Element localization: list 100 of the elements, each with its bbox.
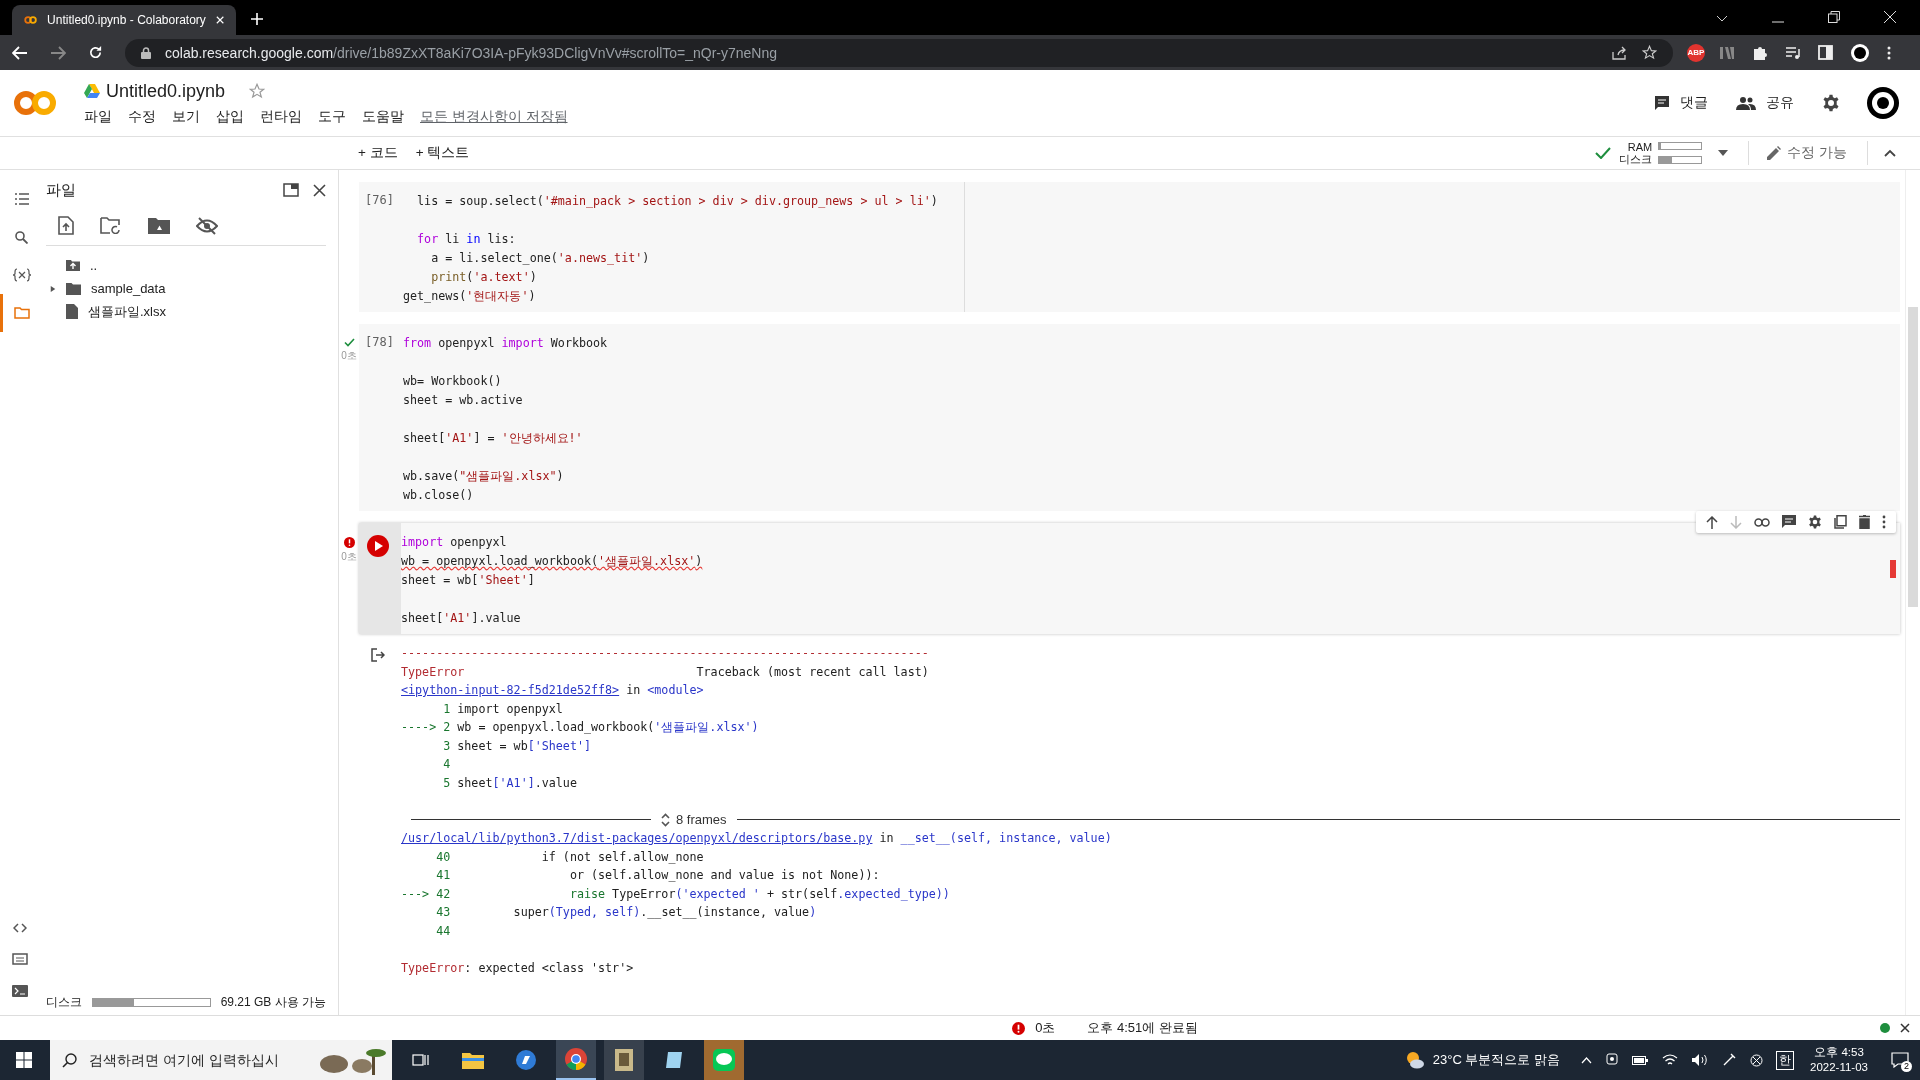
- share-button[interactable]: 공유: [1736, 94, 1794, 112]
- address-bar[interactable]: colab.research.google.com/drive/1b89ZxXT8aKi7O3IA-pFyk93DCligVnVv#scrollTo=_nQr-y7neNng: [125, 38, 1673, 67]
- code-icon[interactable]: [13, 923, 27, 933]
- input-method-indicator[interactable]: 한: [1776, 1050, 1794, 1070]
- window-icon[interactable]: [283, 183, 299, 197]
- mirror-cell-icon[interactable]: [1834, 515, 1847, 529]
- avatar-icon[interactable]: [1866, 86, 1900, 120]
- tab-title: Untitled0.ipynb - Colaboratory: [47, 13, 206, 27]
- traceback-link[interactable]: /usr/local/lib/python3.7/dist-packages/openpyxl/descriptors/base.py: [401, 831, 873, 845]
- new-tab-icon[interactable]: [250, 12, 264, 26]
- menu-item[interactable]: 수정: [128, 107, 156, 126]
- link-icon[interactable]: [1754, 517, 1770, 527]
- star-icon[interactable]: [249, 83, 266, 99]
- folder-icon[interactable]: [462, 1051, 484, 1069]
- menu-item[interactable]: 도움말: [362, 107, 404, 126]
- traceback-line: 3 sheet = wb['Sheet']: [442, 737, 592, 755]
- clock-time[interactable]: 오후 4:53: [1814, 1045, 1864, 1060]
- windows-logo-icon[interactable]: [16, 1052, 32, 1068]
- speaker-icon[interactable]: [1692, 1054, 1708, 1066]
- execution-count: [76]: [365, 193, 394, 207]
- browser-tab[interactable]: Untitled0.ipynb - Colaboratory: [12, 5, 236, 35]
- extension-badge[interactable]: ABP: [1687, 43, 1705, 62]
- scrollbar-thumb[interactable]: [1908, 307, 1918, 607]
- comment-button[interactable]: 댓글: [1654, 94, 1708, 112]
- chevron-up-icon[interactable]: [1884, 149, 1896, 157]
- browser-logo-icon: [565, 1048, 587, 1070]
- restore-icon[interactable]: [1828, 11, 1840, 23]
- upload-file-icon[interactable]: [58, 216, 74, 235]
- menu-item[interactable]: 삽입: [216, 107, 244, 126]
- traceback-line: ----> 2 wb = openpyxl.load_workbook('샘플파일.xlsx'): [401, 719, 760, 736]
- save-status-link[interactable]: 모든 변경사항이 저장됨: [420, 107, 568, 126]
- playlist-icon[interactable]: [1785, 45, 1801, 60]
- command-palette-icon[interactable]: [12, 953, 28, 965]
- traceback-line: <ipython-input-82-f5d21de52ff8> in <module>: [401, 682, 705, 699]
- code-line: from openpyxl import Workbook: [403, 335, 608, 352]
- disk-free-text: 69.21 GB 사용 가능: [220, 994, 326, 1011]
- add-code-button[interactable]: + 코드: [352, 140, 404, 166]
- code-cell[interactable]: [78] from openpyxl import Workbook wb= Workbook() sheet = wb.active sheet['A1'] = '안녕하세요!' wb.save("샘플파일.xlsx") wb.close(): [359, 324, 1900, 511]
- settings-icon[interactable]: [1808, 515, 1822, 529]
- run-button[interactable]: [367, 535, 389, 557]
- move-up-icon[interactable]: [1706, 515, 1718, 529]
- taskbar-app[interactable]: [704, 1040, 744, 1080]
- file-name[interactable]: sample_data: [91, 281, 166, 296]
- trash-icon[interactable]: [1859, 515, 1870, 529]
- colab-logo-icon[interactable]: [14, 90, 56, 116]
- search-input[interactable]: 검색하려면 여기에 입력하십시: [87, 1051, 302, 1069]
- menu-item[interactable]: 파일: [84, 107, 112, 126]
- code-cell[interactable]: [76] lis = soup.select('#main_pack > section > div > div.group_news > ul > li') for li in lis: a = li.select_one('a.news_tit') print('a.text') get_news('현대자동'): [359, 182, 1900, 312]
- avatar-icon[interactable]: [1850, 42, 1870, 63]
- more-icon[interactable]: [1887, 45, 1891, 60]
- notebook-title[interactable]: Untitled0.ipynb: [106, 80, 226, 102]
- menu-item[interactable]: 보기: [172, 107, 200, 126]
- task-view-icon[interactable]: [412, 1052, 430, 1068]
- drive-folder-icon[interactable]: [148, 217, 170, 234]
- caret-icon[interactable]: [1718, 150, 1729, 156]
- weather-text[interactable]: 23°C 부분적으로 맑음: [1432, 1051, 1560, 1069]
- frames-toggle[interactable]: 8 frames: [661, 812, 727, 828]
- code-line: wb= Workbook(): [403, 373, 503, 390]
- terminal-icon[interactable]: [12, 985, 28, 997]
- side-panel-icon[interactable]: [1818, 45, 1833, 60]
- back-icon[interactable]: [12, 45, 28, 60]
- menu-item[interactable]: 도구: [318, 107, 346, 126]
- scrollbar[interactable]: [1905, 170, 1920, 1015]
- reload-icon[interactable]: [88, 45, 103, 60]
- settings-icon[interactable]: [1822, 94, 1840, 112]
- compass-app-icon[interactable]: [516, 1050, 536, 1070]
- share-icon[interactable]: [1612, 45, 1628, 60]
- edit-mode-button[interactable]: 수정 가능: [1761, 140, 1853, 166]
- notepad-icon[interactable]: [664, 1050, 684, 1070]
- expand-caret-icon[interactable]: [50, 284, 56, 293]
- pen-icon[interactable]: [1722, 1053, 1736, 1067]
- code-cell[interactable]: import openpyxl wb = openpyxl.load_workbook('샘플파일.xlsx') sheet = wb['Sheet'] sheet['A1'].value: [359, 523, 1900, 634]
- refresh-folder-icon[interactable]: [100, 217, 122, 234]
- battery-icon[interactable]: [1632, 1055, 1648, 1065]
- add-text-button[interactable]: + 텍스트: [409, 140, 476, 166]
- blocked-icon[interactable]: [1750, 1053, 1763, 1067]
- star-icon[interactable]: [1642, 45, 1657, 60]
- close-icon[interactable]: [1900, 1023, 1910, 1033]
- puzzle-icon[interactable]: [1752, 44, 1768, 61]
- camera-icon[interactable]: [1606, 1053, 1618, 1067]
- taskbar-app[interactable]: [556, 1040, 596, 1080]
- wifi-icon[interactable]: [1662, 1054, 1678, 1066]
- code-line: wb = openpyxl.load_workbook('샘플파일.xlsx'): [401, 553, 703, 570]
- traceback-link[interactable]: <ipython-input-82-f5d21de52ff8>: [401, 683, 620, 697]
- extension-icon[interactable]: [1719, 44, 1735, 61]
- comment-icon[interactable]: [1782, 515, 1796, 529]
- hidden-eye-icon[interactable]: [196, 216, 218, 235]
- menu-item[interactable]: 런타임: [260, 107, 302, 126]
- more-icon[interactable]: [1882, 515, 1886, 529]
- close-icon[interactable]: [313, 183, 326, 197]
- taskbar-app[interactable]: [604, 1040, 644, 1080]
- chevron-down-icon[interactable]: [1716, 15, 1728, 23]
- forward-icon[interactable]: [50, 45, 66, 60]
- error-icon: [1012, 1021, 1026, 1035]
- panel-title: 파일: [46, 180, 76, 200]
- file-name[interactable]: 샘플파일.xlsx: [88, 302, 166, 321]
- clock-date[interactable]: 2022-11-03: [1810, 1060, 1868, 1075]
- output-icon[interactable]: [371, 648, 385, 662]
- taskbar-search-field[interactable]: 검색하려면 여기에 입력하십시: [50, 1040, 392, 1080]
- file-name[interactable]: ..: [90, 258, 98, 273]
